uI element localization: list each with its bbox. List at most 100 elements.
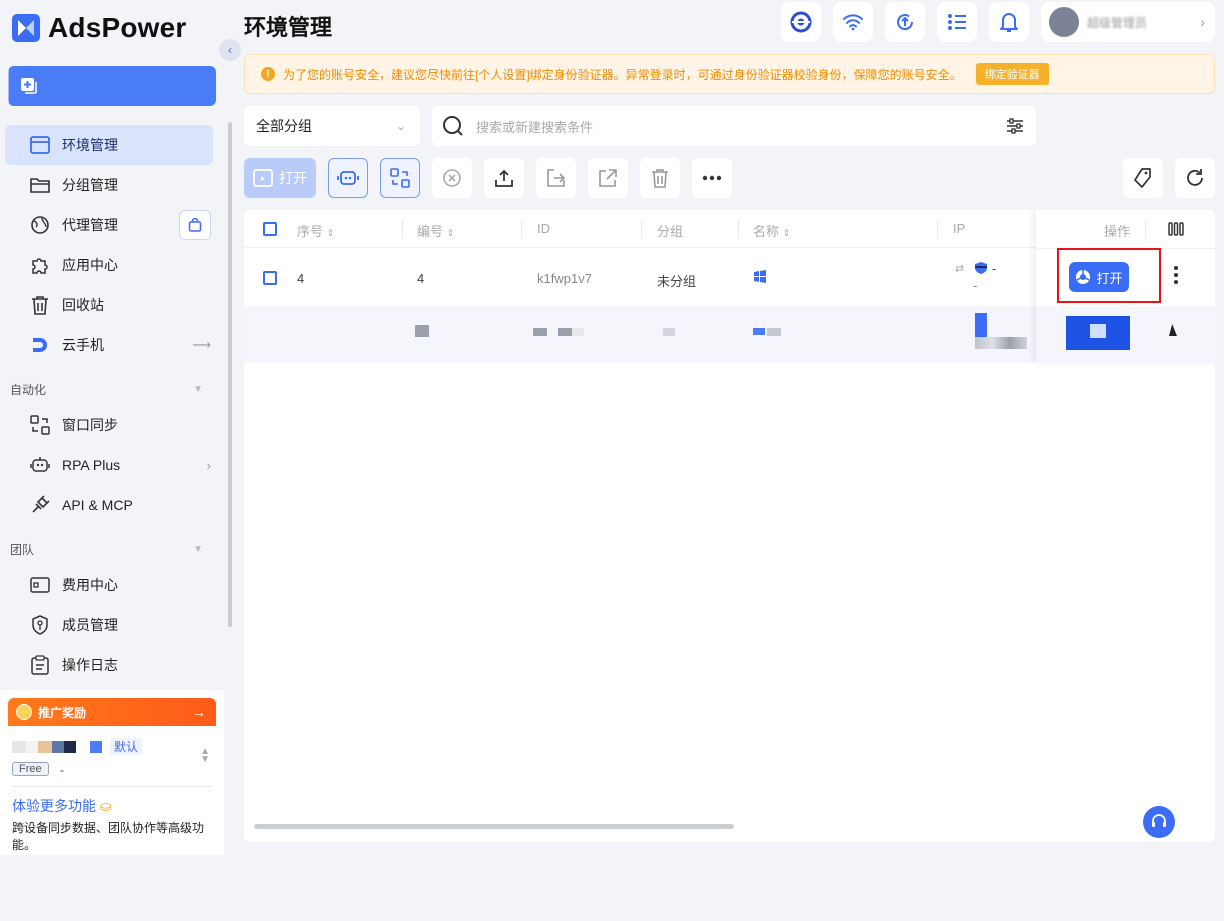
upload-button[interactable] — [484, 158, 524, 198]
sidebar-item-label: 成员管理 — [62, 617, 118, 633]
sidebar-item-app-center[interactable]: 应用中心 — [0, 245, 225, 285]
open-label: 打开 — [279, 170, 307, 186]
row-num: 4 — [417, 271, 425, 286]
app-name: AdsPower — [48, 12, 187, 43]
refresh-button[interactable] — [1175, 158, 1215, 198]
promo-panel: 推广奖励 → 默认 Free - ▲ ▼ 体验更多功能 ⛀ 跨设备同步数据、团队协… — [0, 690, 224, 855]
redacted-block — [975, 313, 987, 337]
section-automation[interactable]: 自动化 ▼ — [0, 373, 225, 405]
col-actions: 操作 — [1104, 224, 1131, 239]
column-divider — [937, 220, 938, 238]
sidebar-item-window-sync[interactable]: 窗口同步 — [0, 405, 225, 445]
caret-down-icon: ▼ — [193, 543, 203, 555]
upgrade-link[interactable]: 体验更多功能 ⛀ — [12, 796, 112, 816]
sidebar-item-logs[interactable]: 操作日志 — [0, 645, 225, 685]
section-team[interactable]: 团队 ▼ — [0, 533, 225, 565]
sidebar-item-recycle[interactable]: 回收站 — [0, 285, 225, 325]
arrow-right-icon: ⟶ — [192, 337, 211, 352]
refresh-icon — [1187, 169, 1203, 186]
sidebar-item-api[interactable]: API & MCP — [0, 485, 225, 525]
group-select[interactable]: 全部分组 ⌄ — [244, 106, 420, 146]
wallet-icon — [30, 575, 50, 595]
table-horizontal-scrollbar[interactable] — [254, 824, 734, 829]
header-tools — [781, 2, 1029, 42]
sidebar-item-label: 环境管理 — [62, 137, 118, 153]
support-chat-button[interactable] — [1143, 806, 1175, 838]
redacted-block — [975, 337, 1027, 349]
upgrade-title[interactable]: 体验更多功能 — [12, 798, 96, 814]
add-box-icon — [21, 78, 37, 94]
task-list-button[interactable] — [937, 2, 977, 42]
redacted-block — [64, 740, 76, 753]
account-switcher[interactable]: 默认 — [12, 738, 143, 755]
row-id[interactable]: k1fwp1v7 — [537, 271, 592, 286]
chevron-updown-icon[interactable]: ▲ ▼ — [200, 747, 210, 765]
window-sync-button[interactable] — [380, 158, 420, 198]
row-checkbox[interactable] — [263, 271, 277, 285]
sidebar-item-env[interactable]: 环境管理 — [5, 125, 213, 165]
table-row-redacted[interactable] — [244, 306, 1036, 363]
redacted-block — [12, 740, 26, 753]
batch-create-button[interactable] — [8, 66, 49, 106]
sort-icon: ⇕ — [326, 228, 335, 238]
col-label: 编号 — [417, 224, 444, 239]
sidebar-item-proxy[interactable]: 代理管理 — [0, 205, 225, 245]
redacted-block — [90, 740, 102, 753]
shopping-bag-icon — [188, 218, 202, 232]
username: 超级管理员 — [1087, 15, 1148, 30]
search-input[interactable]: 搜索或新建搜索条件 — [432, 106, 1036, 146]
collapse-sidebar-button[interactable]: ‹ — [219, 39, 241, 61]
more-actions-button[interactable] — [692, 158, 732, 198]
sort-icon: ⇕ — [782, 228, 791, 238]
row-seq: 4 — [297, 271, 305, 286]
security-notice: ! 为了您的账号安全，建议您尽快前往[个人设置]绑定身份验证器。异常登录时，可通… — [244, 54, 1215, 94]
sidebar-item-groups[interactable]: 分组管理 — [0, 165, 225, 205]
open-selected-button[interactable]: 打开 — [244, 158, 316, 198]
redacted-block — [753, 328, 765, 335]
delete-button[interactable] — [640, 158, 680, 198]
bell-icon — [1000, 13, 1018, 32]
coin-icon — [16, 704, 32, 720]
rpa-button[interactable] — [328, 158, 368, 198]
column-settings-icon[interactable] — [1168, 222, 1184, 239]
more-vertical-icon[interactable] — [1174, 266, 1178, 284]
col-seq[interactable]: 序号 ⇕ — [297, 221, 334, 240]
arrow-right-icon: → — [192, 704, 206, 720]
new-browser-button[interactable]: 新建浏览器 — [8, 66, 359, 502]
sidebar-item-rpa[interactable]: RPA Plus › — [0, 445, 225, 485]
import-button[interactable] — [536, 158, 576, 198]
sidebar-item-label: API & MCP — [62, 497, 133, 513]
user-menu[interactable]: 超级管理员 › — [1041, 2, 1215, 42]
filter-settings-icon[interactable] — [1006, 118, 1024, 134]
close-selected-button[interactable] — [432, 158, 472, 198]
sidebar-item-members[interactable]: 成员管理 — [0, 605, 225, 645]
select-all-checkbox[interactable] — [263, 222, 277, 236]
puzzle-icon — [30, 255, 50, 275]
row-ip: - — [992, 261, 997, 276]
buy-proxy-button[interactable] — [179, 210, 211, 240]
toolbar: 打开 — [244, 158, 732, 198]
referral-banner[interactable]: 推广奖励 → — [8, 698, 216, 726]
notifications-button[interactable] — [989, 2, 1029, 42]
redacted-block — [533, 328, 547, 336]
sync-button[interactable] — [885, 2, 925, 42]
col-name[interactable]: 名称 ⇕ — [753, 221, 790, 240]
adspower-logo[interactable]: AdsPower — [12, 12, 187, 44]
more-horizontal-icon — [702, 175, 722, 181]
shield-user-icon — [30, 615, 50, 635]
redacted-block — [52, 740, 64, 753]
sidebar-item-cloud-phone[interactable]: 云手机 ⟶ — [0, 325, 225, 365]
adspower-browser-button[interactable] — [781, 2, 821, 42]
share-button[interactable] — [588, 158, 628, 198]
col-num[interactable]: 编号 ⇕ — [417, 221, 454, 240]
robot-icon — [30, 455, 50, 475]
team-tag: 默认 — [110, 738, 143, 755]
share-icon — [599, 169, 617, 187]
network-button[interactable] — [833, 2, 873, 42]
sidebar-item-billing[interactable]: 费用中心 — [0, 565, 225, 605]
bind-authenticator-button[interactable]: 绑定验证器 — [975, 63, 1049, 85]
plan-suffix: - — [60, 763, 64, 777]
redacted-block — [415, 325, 429, 337]
tag-button[interactable] — [1123, 158, 1163, 198]
tag-button-wrap — [1123, 158, 1163, 198]
